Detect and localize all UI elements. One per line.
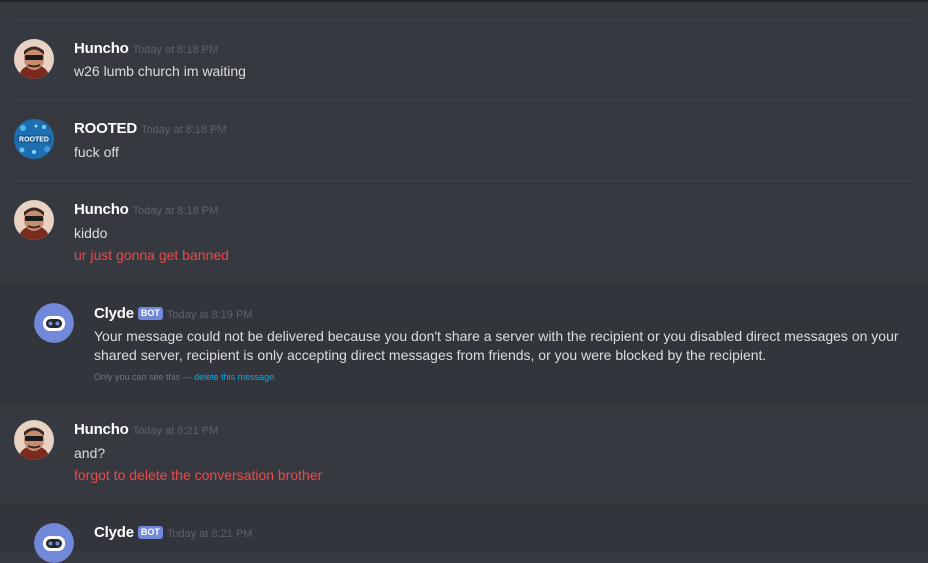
- timestamp: Today at 8:18 PM: [132, 205, 219, 217]
- timestamp: Today at 8:21 PM: [166, 528, 253, 540]
- timestamp: Today at 8:18 PM: [140, 124, 227, 136]
- message-text: fuck off: [74, 144, 119, 160]
- bot-message-text: Your message could not be delivered beca…: [94, 328, 899, 363]
- username[interactable]: Clyde: [94, 305, 134, 322]
- username[interactable]: Clyde: [94, 524, 134, 541]
- avatar-huncho-icon[interactable]: [14, 420, 54, 460]
- message-divider: [14, 100, 912, 101]
- message-header: ROOTED Today at 8:18 PM: [74, 120, 227, 138]
- message-divider: [0, 504, 928, 505]
- message-text: kiddo: [74, 225, 108, 241]
- username[interactable]: Huncho: [74, 201, 129, 218]
- message-divider: [0, 402, 928, 403]
- message-text: and?: [74, 445, 106, 461]
- message-divider: [0, 284, 928, 285]
- message-divider: [14, 20, 912, 21]
- avatar-huncho-icon[interactable]: [14, 200, 54, 240]
- timestamp: Today at 8:19 PM: [166, 309, 253, 321]
- message-header: Huncho Today at 8:21 PM: [74, 421, 218, 439]
- message-text: w26 lumb church im waiting: [74, 63, 246, 79]
- timestamp: Today at 8:21 PM: [132, 425, 219, 437]
- delete-message-link[interactable]: delete this message.: [194, 372, 277, 382]
- failed-message-text: forgot to delete the conversation brothe…: [74, 467, 323, 483]
- ephemeral-notice: Only you can see this — delete this mess…: [94, 372, 277, 382]
- bot-badge: BOT: [137, 307, 163, 320]
- top-border: [0, 0, 928, 2]
- message-divider: [14, 181, 912, 182]
- username[interactable]: ROOTED: [74, 120, 137, 137]
- ephemeral-note: Only you can see this —: [94, 372, 192, 382]
- avatar-rooted-icon[interactable]: ROOTED: [14, 119, 54, 159]
- message-header: Clyde BOT Today at 8:19 PM: [94, 305, 252, 323]
- bot-badge: BOT: [137, 526, 163, 539]
- message-header: Huncho Today at 8:18 PM: [74, 40, 218, 58]
- message-header: Clyde BOT Today at 8:21 PM: [94, 524, 252, 542]
- username[interactable]: Huncho: [74, 421, 129, 438]
- failed-message-text: ur just gonna get banned: [74, 247, 229, 263]
- avatar-clyde-icon[interactable]: [34, 523, 74, 563]
- avatar-huncho-icon[interactable]: [14, 39, 54, 79]
- message-header: Huncho Today at 8:18 PM: [74, 201, 218, 219]
- timestamp: Today at 8:18 PM: [132, 44, 219, 56]
- avatar-text: ROOTED: [19, 137, 49, 144]
- username[interactable]: Huncho: [74, 40, 129, 57]
- avatar-clyde-icon[interactable]: [34, 303, 74, 343]
